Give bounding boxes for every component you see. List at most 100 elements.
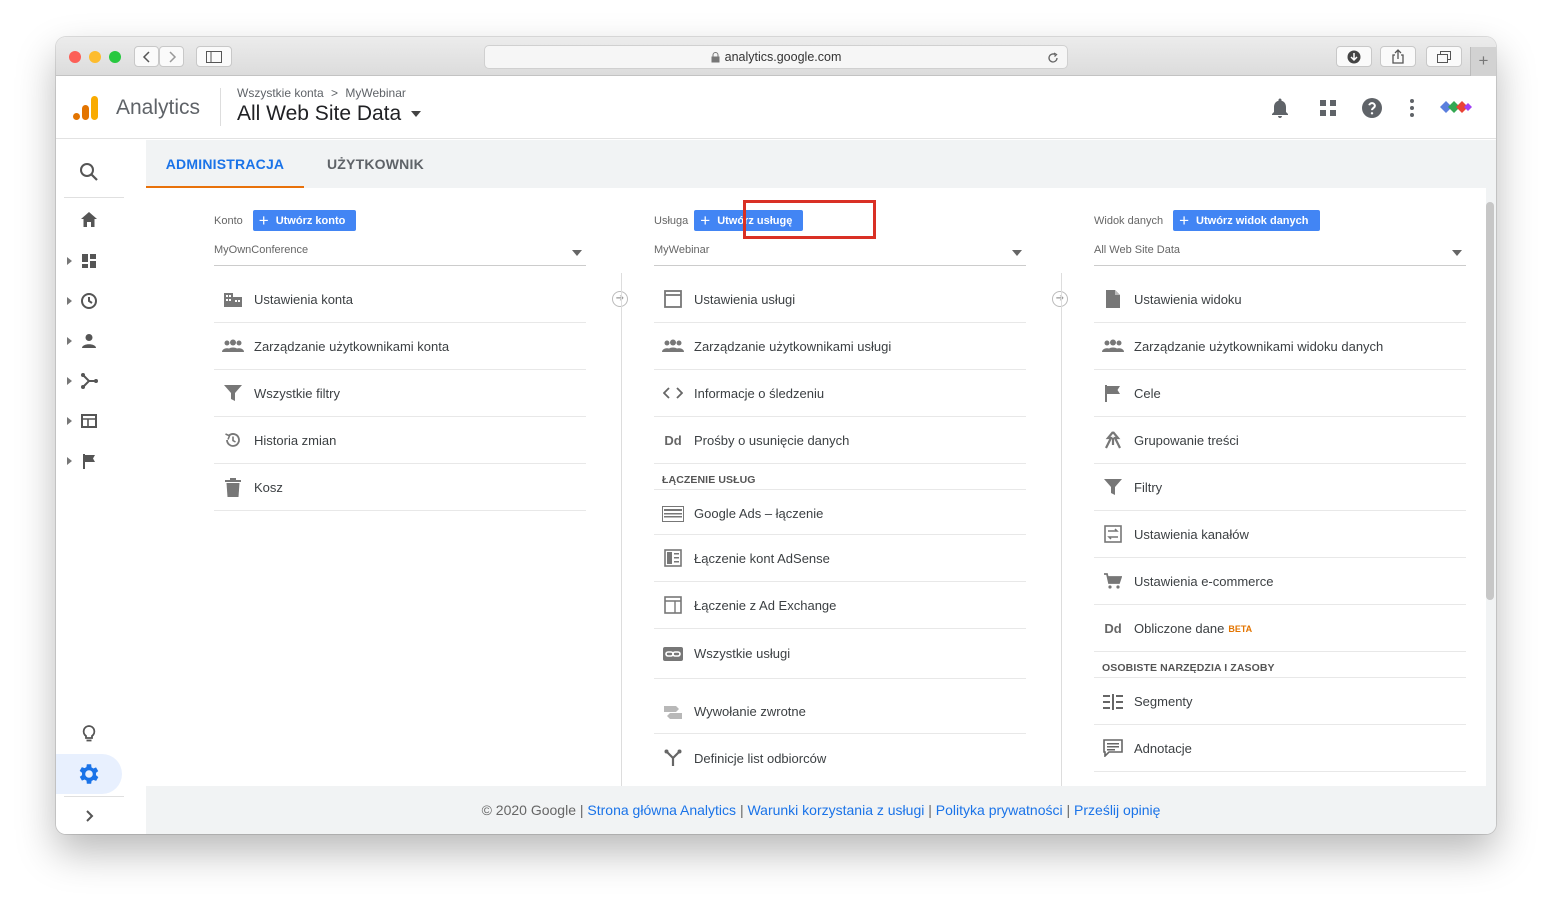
zoom-window-button[interactable]: [109, 51, 121, 63]
segments-item[interactable]: Segmenty: [1094, 679, 1466, 725]
create-account-button[interactable]: + Utwórz konto: [252, 210, 357, 231]
sidebar-toggle-button[interactable]: [196, 46, 232, 67]
tab-user[interactable]: UŻYTKOWNIK: [327, 140, 424, 188]
breadcrumb-property[interactable]: MyWebinar: [345, 86, 405, 100]
more-vert-icon[interactable]: [1400, 96, 1424, 120]
grouping-icon: [1102, 429, 1124, 451]
item-label: Zarządzanie użytkownikami konta: [254, 338, 450, 354]
expand-caret-icon[interactable]: [67, 297, 72, 305]
section-divider: [654, 489, 1026, 490]
google-ads-linking-item[interactable]: Google Ads – łączenie: [654, 493, 1026, 535]
expand-caret-icon[interactable]: [67, 377, 72, 385]
property-label: Usługa: [654, 214, 689, 227]
expand-caret-icon[interactable]: [67, 337, 72, 345]
behavior-icon[interactable]: [76, 408, 102, 434]
dd-icon: Dd: [664, 432, 682, 448]
analytics-header: Analytics Wszystkie konta > MyWebinar Al…: [56, 76, 1496, 139]
lightbulb-icon[interactable]: [76, 721, 102, 747]
notifications-bell-icon[interactable]: [1268, 96, 1292, 120]
forward-button[interactable]: [159, 46, 184, 67]
clock-icon[interactable]: [76, 288, 102, 314]
item-label: Ustawienia widoku: [1134, 291, 1242, 307]
tabs-overview-button[interactable]: [1426, 46, 1462, 67]
goals-item[interactable]: Cele: [1094, 370, 1466, 417]
data-deletion-item[interactable]: Dd Prośby o usunięcie danych: [654, 417, 1026, 464]
property-settings-item[interactable]: Ustawienia usługi: [654, 276, 1026, 323]
account-dropdown[interactable]: MyOwnConference: [214, 244, 586, 266]
conversions-flag-icon[interactable]: [76, 448, 102, 474]
view-selector[interactable]: All Web Site Data: [237, 102, 422, 126]
privacy-link[interactable]: Polityka prywatności: [936, 802, 1063, 818]
postbacks-item[interactable]: Wywołanie zwrotne: [654, 679, 1026, 734]
plus-icon: +: [1478, 51, 1489, 70]
search-icon[interactable]: [76, 159, 102, 185]
expand-caret-icon[interactable]: [67, 417, 72, 425]
view-filters-item[interactable]: Filtry: [1094, 464, 1466, 511]
item-label: Ustawienia kanałów: [1134, 526, 1249, 542]
channel-icon: [1102, 523, 1124, 545]
person-icon[interactable]: [76, 328, 102, 354]
adsense-linking-item[interactable]: Łączenie kont AdSense: [654, 535, 1026, 582]
downloads-button[interactable]: [1336, 46, 1372, 67]
view-dropdown[interactable]: All Web Site Data: [1094, 244, 1466, 266]
item-label: Zarządzanie użytkownikami widoku danych: [1134, 338, 1384, 354]
account-users-item[interactable]: Zarządzanie użytkownikami konta: [214, 323, 586, 370]
change-history-item[interactable]: Historia zmian: [214, 417, 586, 464]
account-filters-item[interactable]: Wszystkie filtry: [214, 370, 586, 417]
ads-icon: [662, 503, 684, 525]
analytics-home-link[interactable]: Strona główna Analytics: [587, 802, 736, 818]
filter-icon: [1102, 476, 1124, 498]
ecommerce-settings-item[interactable]: Ustawienia e-commerce: [1094, 558, 1466, 605]
close-window-button[interactable]: [69, 51, 81, 63]
content-grouping-item[interactable]: Grupowanie treści: [1094, 417, 1466, 464]
calculated-metrics-item[interactable]: Dd Obliczone dane BETA: [1094, 605, 1466, 652]
people-icon: [662, 335, 684, 357]
tab-admin[interactable]: ADMINISTRACJA: [146, 140, 304, 188]
analytics-logo-icon[interactable]: [72, 94, 100, 122]
help-icon[interactable]: [1360, 96, 1384, 120]
item-label: Ustawienia usługi: [694, 291, 796, 307]
expand-nav-chevron-icon[interactable]: [76, 803, 102, 829]
account-avatar-icon[interactable]: [1440, 100, 1472, 114]
view-users-item[interactable]: Zarządzanie użytkownikami widoku danych: [1094, 323, 1466, 370]
apps-grid-icon[interactable]: [1316, 96, 1340, 120]
channel-settings-item[interactable]: Ustawienia kanałów: [1094, 511, 1466, 558]
share-button[interactable]: [1380, 46, 1416, 67]
create-view-button[interactable]: + Utwórz widok danych: [1173, 210, 1320, 231]
item-label: Historia zmian: [254, 432, 337, 448]
flag-icon: [1102, 382, 1124, 404]
account-settings-item[interactable]: Ustawienia konta: [214, 276, 586, 323]
trash-item[interactable]: Kosz: [214, 464, 586, 511]
all-products-item[interactable]: Wszystkie usługi: [654, 629, 1026, 679]
adexchange-linking-item[interactable]: Łączenie z Ad Exchange: [654, 582, 1026, 629]
expand-caret-icon[interactable]: [67, 457, 72, 465]
home-icon[interactable]: [76, 207, 102, 233]
footer-separator: |: [579, 802, 584, 818]
admin-nav-item[interactable]: [56, 754, 122, 794]
content-scrollbar[interactable]: [1486, 202, 1494, 600]
property-dropdown[interactable]: MyWebinar: [654, 244, 1026, 266]
minimize-window-button[interactable]: [89, 51, 101, 63]
expand-caret-icon[interactable]: [67, 257, 72, 265]
tracking-info-item[interactable]: Informacje o śledzeniu: [654, 370, 1026, 417]
reload-icon[interactable]: [1047, 52, 1059, 64]
view-settings-item[interactable]: Ustawienia widoku: [1094, 276, 1466, 323]
personal-tools-section-title: OSOBISTE NARZĘDZIA I ZASOBY: [1102, 662, 1275, 674]
back-button[interactable]: [134, 46, 159, 67]
item-label: Segmenty: [1134, 694, 1193, 709]
item-label: Google Ads – łączenie: [694, 506, 824, 521]
new-tab-button[interactable]: +: [1470, 47, 1496, 76]
acquisition-icon[interactable]: [76, 368, 102, 394]
feedback-link[interactable]: Prześlij opinię: [1074, 802, 1160, 818]
address-bar[interactable]: analytics.google.com: [484, 45, 1068, 69]
item-label: Definicje list odbiorców: [694, 750, 827, 766]
highlight-box: [743, 200, 876, 239]
annotations-item[interactable]: Adnotacje: [1094, 725, 1466, 772]
audience-definitions-item[interactable]: Definicje list odbiorców: [654, 734, 1026, 782]
breadcrumb-account[interactable]: Wszystkie konta: [237, 86, 324, 100]
dashboard-icon[interactable]: [76, 248, 102, 274]
building-icon: [222, 288, 244, 310]
property-users-item[interactable]: Zarządzanie użytkownikami usługi: [654, 323, 1026, 370]
breadcrumb[interactable]: Wszystkie konta > MyWebinar: [237, 86, 406, 100]
terms-link[interactable]: Warunki korzystania z usługi: [747, 802, 924, 818]
